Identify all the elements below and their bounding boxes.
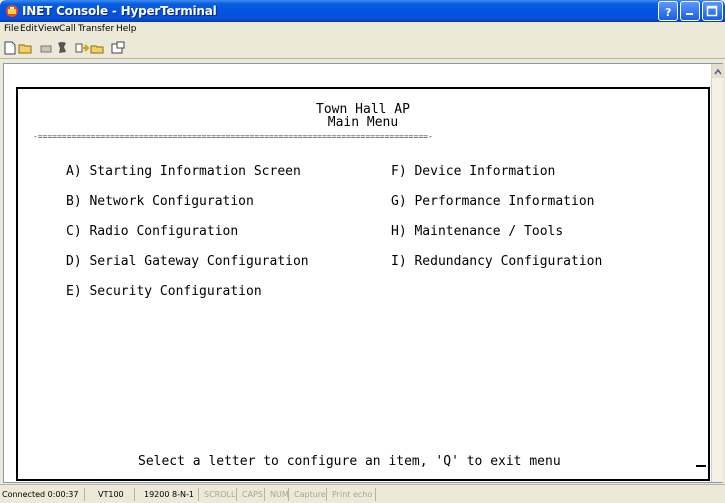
scroll-indicator: SCROLL (204, 490, 236, 499)
minimize-icon (686, 13, 693, 15)
status-divider (288, 488, 289, 501)
status-divider (326, 488, 327, 501)
status-divider (134, 488, 135, 501)
menu-bar: File Edit View Call Transfer Help (0, 22, 725, 37)
help-button[interactable]: ? (658, 1, 678, 21)
status-divider (198, 488, 199, 501)
vertical-scrollbar[interactable] (711, 64, 724, 482)
hyperterminal-icon (6, 5, 18, 17)
menu-option-h[interactable]: H) Maintenance / Tools (391, 225, 563, 239)
maximize-button[interactable] (702, 1, 723, 21)
num-indicator: NUM (270, 490, 289, 499)
terminal-menu-frame: Town Hall AP Main Menu -================… (16, 87, 710, 481)
minimize-button[interactable] (680, 1, 700, 21)
toolbar (0, 37, 725, 59)
send-icon[interactable] (74, 40, 90, 56)
call-icon[interactable] (54, 40, 70, 56)
prompt-text: Select a letter to configure an item, 'Q… (138, 454, 561, 469)
status-divider (375, 488, 376, 501)
menu-option-f[interactable]: F) Device Information (391, 165, 555, 179)
scroll-up-button[interactable] (712, 64, 724, 78)
menu-file[interactable]: File (4, 22, 19, 37)
menu-option-c[interactable]: C) Radio Configuration (66, 225, 238, 239)
menu-option-b[interactable]: B) Network Configuration (66, 195, 254, 209)
menu-call[interactable]: Call (59, 22, 76, 37)
print-echo-indicator: Print echo (332, 490, 373, 499)
terminal-window[interactable]: Town Hall AP Main Menu -================… (3, 63, 724, 483)
menu-option-a[interactable]: A) Starting Information Screen (66, 165, 301, 179)
text-cursor (696, 465, 706, 467)
arrow-up-icon (714, 68, 722, 75)
properties-icon[interactable] (110, 40, 126, 56)
menu-option-i[interactable]: I) Redundancy Configuration (391, 255, 602, 269)
help-icon: ? (665, 6, 671, 18)
menu-edit[interactable]: Edit (20, 22, 37, 37)
open-icon[interactable] (18, 40, 34, 56)
title-bar[interactable]: INET Console - HyperTerminal ? (0, 0, 725, 22)
maximize-icon (706, 5, 718, 17)
menu-option-g[interactable]: G) Performance Information (391, 195, 595, 209)
caps-indicator: CAPS (242, 490, 263, 499)
status-divider (236, 488, 237, 501)
header-separator: -=======================================… (33, 132, 433, 141)
capture-indicator: Capture (294, 490, 326, 499)
menu-view[interactable]: View (38, 22, 59, 37)
emulation-mode: VT100 (98, 490, 124, 499)
status-divider (264, 488, 265, 501)
receive-icon[interactable] (90, 40, 106, 56)
status-divider (84, 488, 85, 501)
menu-transfer[interactable]: Transfer (78, 22, 114, 37)
connection-status: Connected 0:00:37 (2, 490, 79, 499)
menu-help[interactable]: Help (116, 22, 137, 37)
new-icon[interactable] (2, 40, 18, 56)
menu-title: Main Menu (327, 115, 399, 130)
disconnect-icon[interactable] (38, 40, 54, 56)
menu-option-e[interactable]: E) Security Configuration (66, 285, 262, 299)
status-bar: Connected 0:00:37 VT100 19200 8-N-1 SCRO… (0, 484, 725, 503)
window-title: INET Console - HyperTerminal (22, 4, 217, 18)
svg-text:?: ? (665, 6, 671, 18)
port-settings: 19200 8-N-1 (144, 490, 194, 499)
menu-option-d[interactable]: D) Serial Gateway Configuration (66, 255, 309, 269)
